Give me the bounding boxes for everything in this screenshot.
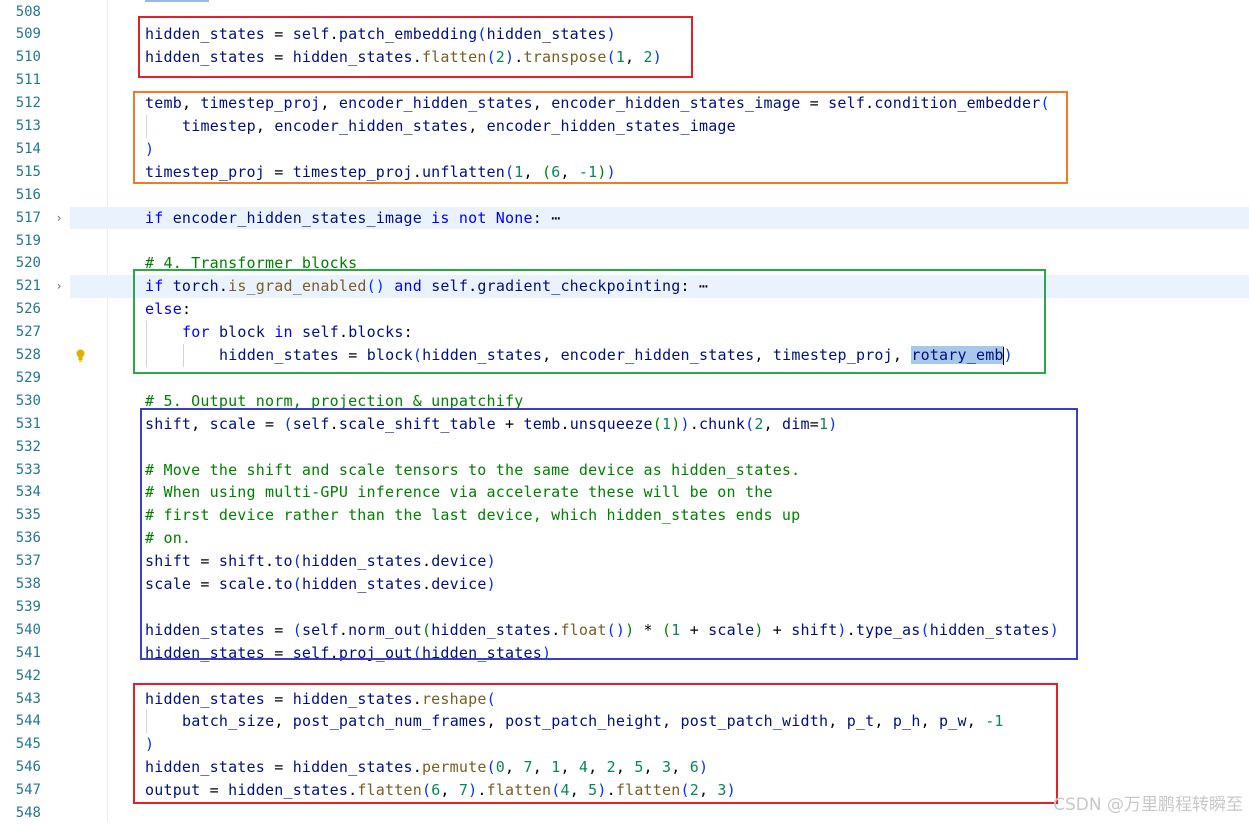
line-number: 546 [15,759,41,776]
line-number: 509 [15,26,41,43]
code-line-519[interactable]: 519 [0,230,1249,253]
code-line-517[interactable]: 517 › if encoder_hidden_states_image is no… [0,206,1249,230]
annotation-box-4 [140,408,1078,660]
line-number: 511 [15,72,41,89]
line-number: 513 [15,118,41,134]
line-number: 547 [15,782,41,799]
code-token: None [495,208,533,227]
line-number: 548 [15,805,41,821]
line-number: 521 [15,278,41,295]
line-number: 541 [15,644,41,661]
watermark: CSDN @万里鹏程转瞬至 [1053,795,1243,815]
line-number: 539 [15,598,41,615]
line-number: 542 [15,667,41,684]
annotation-box-1 [138,16,693,78]
code-editor[interactable]: 508 509 hidden_states = self.patch_embeddi… [0,0,1249,821]
line-number: 527 [15,324,41,341]
code-token: : [532,208,542,227]
line-number: 528 [15,347,41,363]
lightbulb-icon[interactable] [75,349,86,362]
line-number: 516 [15,186,41,203]
code-token: ⋯ [541,208,561,227]
line-number: 540 [15,621,41,638]
line-number: 508 [15,3,41,20]
code-token: if [145,208,173,227]
line-number: 514 [15,140,41,157]
line-number: 537 [15,553,41,570]
code-token: is not [431,208,496,227]
line-number: 545 [15,736,41,753]
line-number: 510 [15,49,41,66]
line-number: 543 [15,690,41,707]
line-number: 535 [15,507,41,524]
line-number: 517 [15,209,41,226]
annotation-box-5 [133,683,1058,804]
line-number: 530 [15,392,41,409]
line-number: 532 [15,438,41,455]
fold-chevron-icon[interactable]: › [50,275,68,298]
line-number: 526 [15,301,41,318]
code-token: encoder_hidden_states_image [172,208,422,227]
line-number: 531 [15,415,41,432]
line-number: 534 [15,484,41,501]
line-number: 529 [15,369,41,386]
line-number: 512 [15,95,41,112]
code-text[interactable]: if encoder_hidden_states_image is not No… [145,207,560,230]
line-number: 515 [15,163,41,180]
annotation-box-3 [133,269,1046,374]
line-number: 536 [15,530,41,547]
line-number: 519 [15,232,41,249]
line-number: 544 [15,713,41,730]
line-number: 533 [15,461,41,478]
annotation-box-2 [133,91,1068,184]
code-line-516[interactable]: 516 [0,184,1249,207]
line-number: 520 [15,255,41,272]
fold-chevron-icon[interactable]: › [50,207,68,230]
line-number: 538 [15,576,41,592]
